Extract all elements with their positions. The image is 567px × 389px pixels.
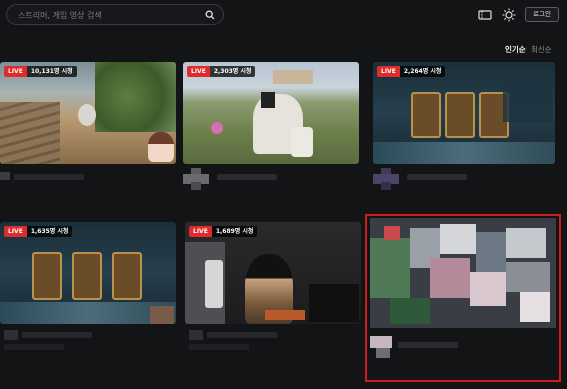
top-bar: 로그인: [0, 0, 567, 30]
channel-name-censored: [217, 174, 277, 180]
live-badge-group: LIVE 1,689명 시청: [189, 226, 258, 237]
channel-avatar-censored: [373, 168, 403, 190]
stream-card[interactable]: LIVE 10,131명 시청: [0, 62, 178, 182]
live-badge-group: LIVE 10,131명 시청: [4, 66, 77, 77]
channel-info-censored: [0, 172, 90, 182]
search-input[interactable]: [16, 7, 200, 24]
live-badge-group: LIVE 1,635명 시청: [4, 226, 73, 237]
login-button[interactable]: 로그인: [525, 7, 559, 22]
stream-card[interactable]: LIVE 1,635명 시청: [0, 222, 178, 352]
sort-popular-tab[interactable]: 인기순: [505, 44, 526, 55]
sun-icon[interactable]: [502, 8, 516, 22]
viewer-count: 1,689명 시청: [211, 226, 258, 237]
sort-separator: ·: [525, 44, 528, 53]
stream-card[interactable]: LIVE 2,264명 시청: [373, 62, 555, 190]
stream-thumbnail[interactable]: LIVE 10,131명 시청: [0, 62, 176, 164]
live-badge: LIVE: [4, 66, 27, 77]
search-bar[interactable]: [6, 4, 224, 25]
stream-thumbnail[interactable]: LIVE 2,264명 시청: [373, 62, 555, 164]
ticket-icon[interactable]: [478, 8, 492, 22]
stream-card[interactable]: LIVE 1,689명 시청: [185, 222, 363, 354]
channel-name-censored: [407, 174, 467, 180]
viewer-count: 2,264명 시청: [399, 66, 446, 77]
viewer-count: 2,303명 시청: [209, 66, 256, 77]
live-badge: LIVE: [187, 66, 210, 77]
viewer-count: 1,635명 시청: [26, 226, 73, 237]
stream-card[interactable]: LIVE 2,303명 시청: [183, 62, 361, 190]
viewer-count: 10,131명 시청: [26, 66, 77, 77]
live-badge-group: LIVE 2,303명 시청: [187, 66, 256, 77]
channel-info-censored: [185, 330, 285, 352]
stream-thumbnail[interactable]: LIVE 2,303명 시청: [183, 62, 359, 164]
search-icon[interactable]: [205, 10, 215, 20]
highlight-box: [365, 214, 561, 382]
channel-info-censored: [0, 330, 100, 352]
live-badge-group: LIVE 2,264명 시청: [377, 66, 446, 77]
channel-avatar-censored: [183, 168, 213, 190]
live-badge: LIVE: [4, 226, 27, 237]
live-badge: LIVE: [377, 66, 400, 77]
stream-thumbnail[interactable]: LIVE 1,635명 시청: [0, 222, 176, 324]
stream-thumbnail[interactable]: LIVE 1,689명 시청: [185, 222, 361, 324]
sort-latest-tab[interactable]: 최신순: [531, 44, 552, 55]
live-badge: LIVE: [189, 226, 212, 237]
